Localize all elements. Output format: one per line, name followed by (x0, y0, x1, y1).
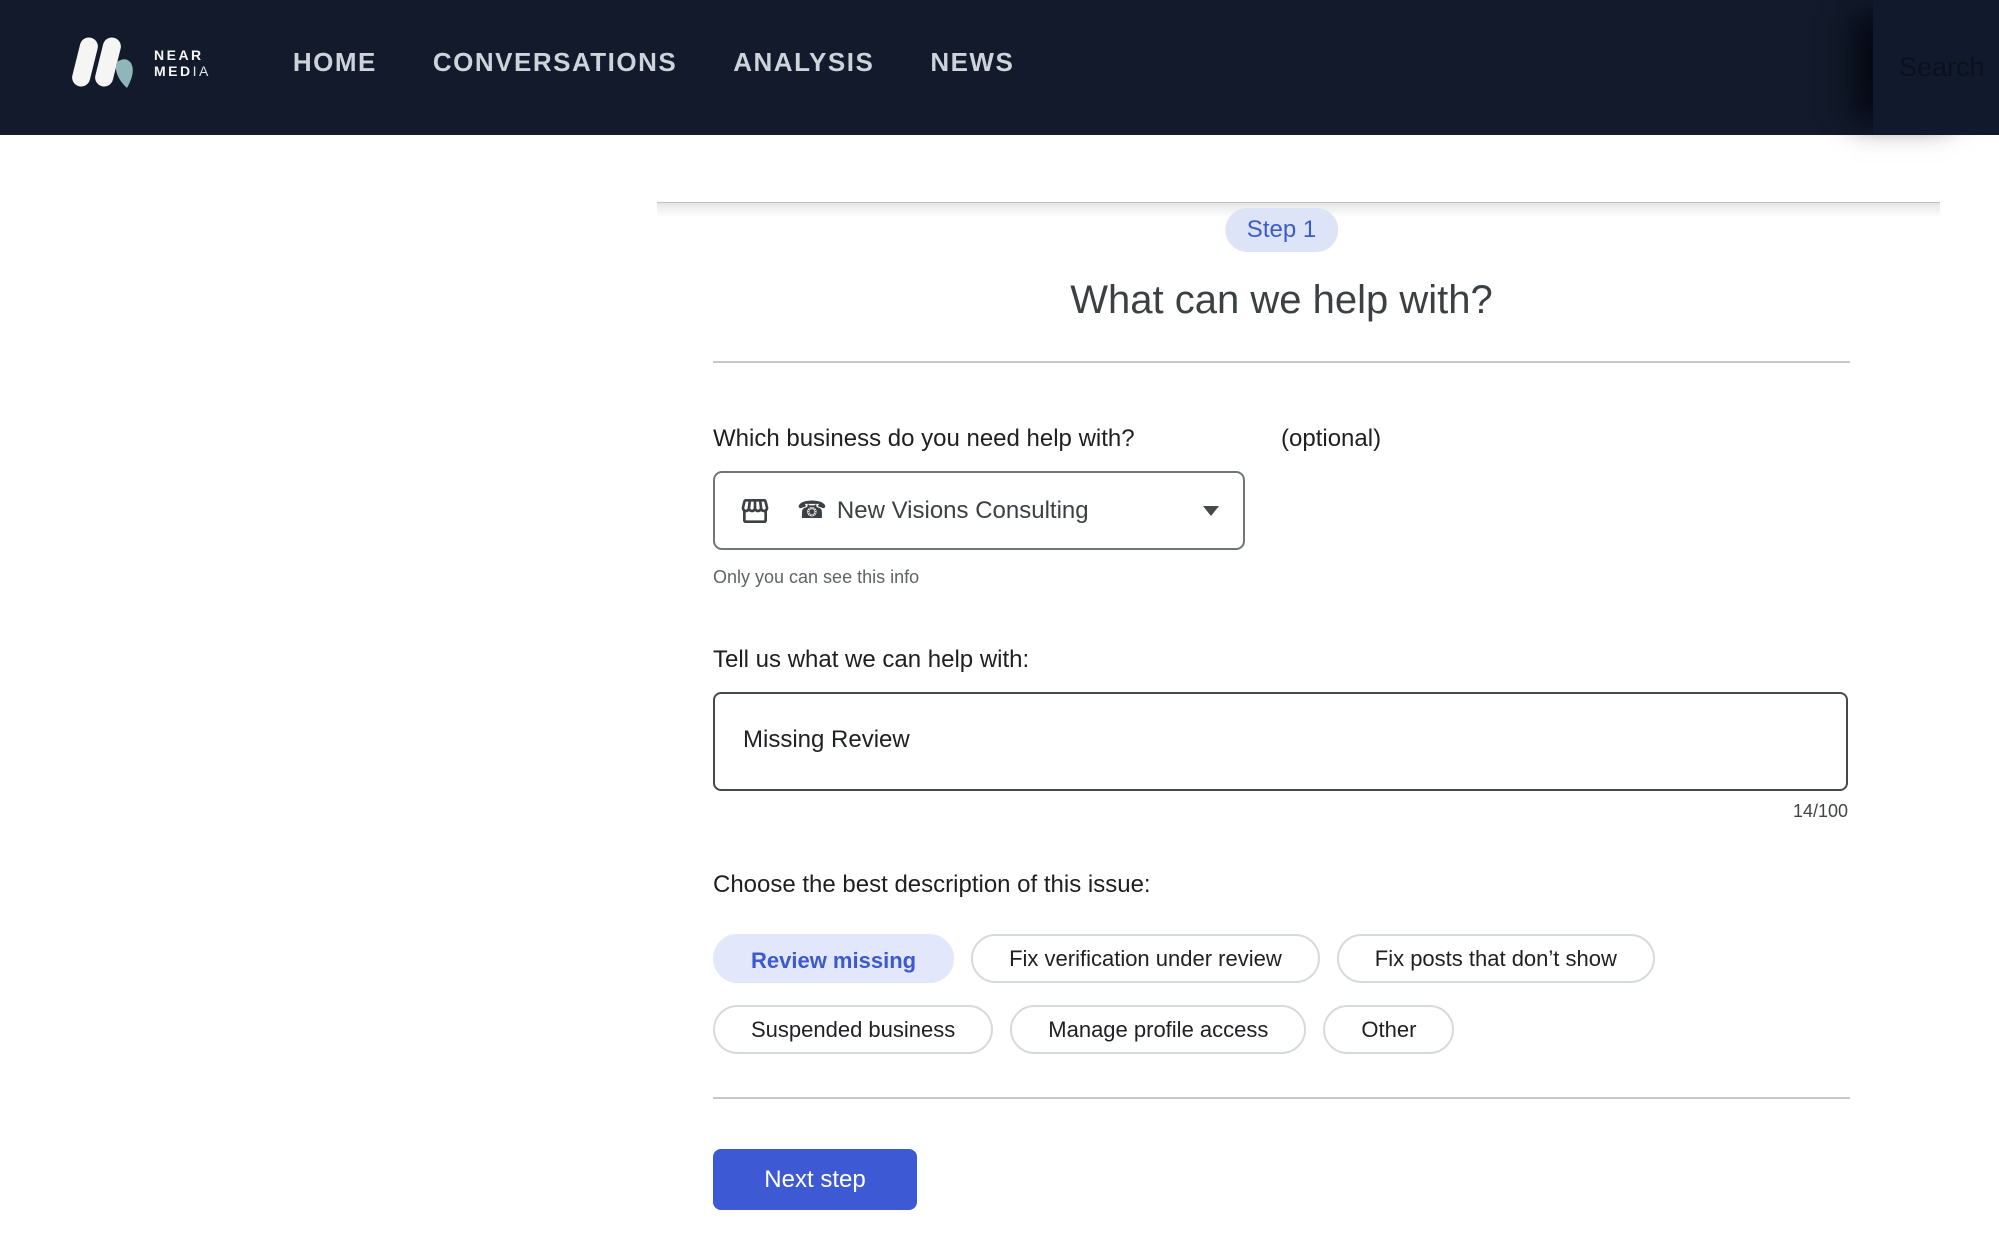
business-value: ☎ New Visions Consulting (797, 496, 1089, 525)
chip-manage-profile-access[interactable]: Manage profile access (1010, 1005, 1306, 1054)
near-media-logo[interactable]: NEAR MEDIA (70, 36, 211, 90)
description-input[interactable] (713, 692, 1848, 791)
search-label: Search (1873, 52, 1985, 83)
help-form-card: Step 1 What can we help with? Which busi… (657, 202, 1940, 1239)
dropdown-caret-icon (1203, 506, 1219, 516)
business-select[interactable]: ☎ New Visions Consulting (713, 471, 1245, 550)
chip-review-missing[interactable]: Review missing (713, 934, 954, 983)
footer-divider (713, 1097, 1850, 1099)
top-navbar: NEAR MEDIA HOME CONVERSATIONS ANALYSIS N… (0, 0, 1999, 135)
chip-other[interactable]: Other (1323, 1005, 1454, 1054)
nav-menu: HOME CONVERSATIONS ANALYSIS NEWS (293, 47, 1014, 78)
issue-chip-row-1: Review missing Fix verification under re… (713, 934, 1655, 983)
optional-label: (optional) (1281, 425, 1381, 453)
page-title: What can we help with? (713, 278, 1850, 323)
chip-suspended-business[interactable]: Suspended business (713, 1005, 993, 1054)
next-step-button[interactable]: Next step (713, 1149, 917, 1210)
logo-line1: NEAR (154, 47, 204, 63)
near-media-logo-icon (70, 36, 138, 90)
chip-fix-verification[interactable]: Fix verification under review (971, 934, 1320, 983)
business-label-row: Which business do you need help with? (o… (713, 425, 1850, 453)
char-counter: 14/100 (713, 801, 1848, 822)
issue-chip-row-2: Suspended business Manage profile access… (713, 1005, 1454, 1054)
description-label-row: Tell us what we can help with: (713, 646, 1029, 674)
issue-label: Choose the best description of this issu… (713, 871, 1151, 898)
phone-icon: ☎ (797, 497, 827, 524)
nav-item-analysis[interactable]: ANALYSIS (733, 47, 874, 78)
business-name: New Visions Consulting (837, 497, 1089, 524)
nav-item-home[interactable]: HOME (293, 47, 377, 78)
nav-inner: NEAR MEDIA HOME CONVERSATIONS ANALYSIS N… (0, 0, 1014, 135)
logo-line2-light: IA (193, 63, 211, 79)
business-helper-text: Only you can see this info (713, 567, 919, 588)
issue-label-row: Choose the best description of this issu… (713, 871, 1151, 899)
nav-item-news[interactable]: NEWS (930, 47, 1014, 78)
description-label: Tell us what we can help with: (713, 646, 1029, 673)
search-panel[interactable]: Search (1873, 0, 1999, 135)
title-divider (713, 361, 1850, 363)
business-question-label: Which business do you need help with? (713, 425, 1135, 452)
step-badge: Step 1 (1225, 208, 1338, 252)
storefront-icon (739, 495, 771, 527)
logo-line2-bold: MED (154, 63, 193, 79)
near-media-logo-text: NEAR MEDIA (154, 47, 211, 79)
nav-item-conversations[interactable]: CONVERSATIONS (433, 47, 677, 78)
help-form-content: Step 1 What can we help with? Which busi… (713, 203, 1850, 1239)
chip-fix-posts[interactable]: Fix posts that don’t show (1337, 934, 1655, 983)
